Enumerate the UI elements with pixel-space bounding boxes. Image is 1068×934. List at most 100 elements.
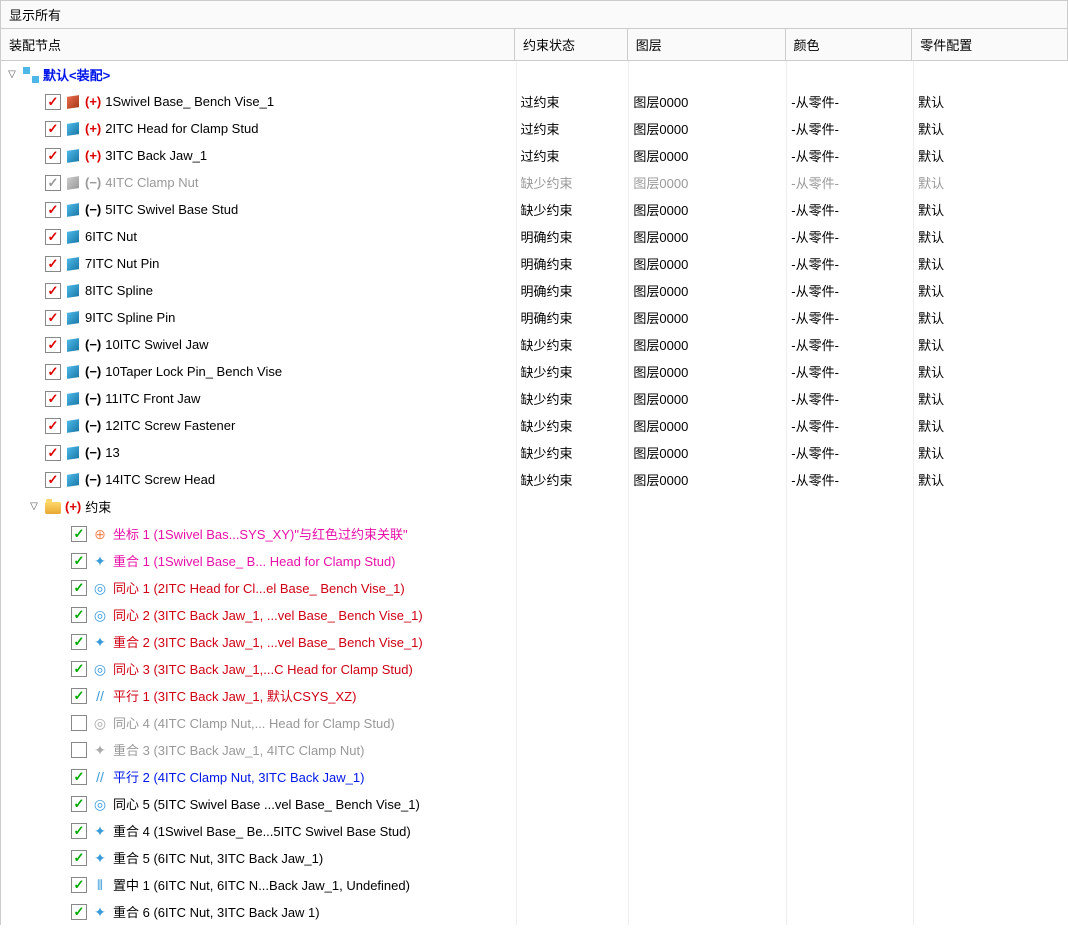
- checkbox[interactable]: ✓: [71, 850, 87, 866]
- part-row[interactable]: ✓(−)5ITC Swivel Base Stud缺少约束图层0000-从零件-…: [1, 196, 1068, 223]
- constraint-row[interactable]: ✓//平行 2 (4ITC Clamp Nut, 3ITC Back Jaw_1…: [1, 763, 1068, 790]
- checkbox[interactable]: ✓: [45, 364, 61, 380]
- layer-cell: 图层0000: [628, 196, 786, 223]
- checkbox[interactable]: ✓: [45, 229, 61, 245]
- part-row[interactable]: ✓(+)1Swivel Base_ Bench Vise_1过约束图层0000-…: [1, 88, 1068, 115]
- checkbox[interactable]: ✓: [71, 553, 87, 569]
- constraint-label: 同心 3 (3ITC Back Jaw_1,...C Head for Clam…: [113, 659, 413, 678]
- constraint-row[interactable]: ✓◎同心 3 (3ITC Back Jaw_1,...C Head for Cl…: [1, 655, 1068, 682]
- constraint-row[interactable]: ✓✦重合 4 (1Swivel Base_ Be...5ITC Swivel B…: [1, 817, 1068, 844]
- part-name: 10Taper Lock Pin_ Bench Vise: [105, 364, 282, 379]
- checkbox[interactable]: ✓: [45, 175, 61, 191]
- checkbox[interactable]: ✓: [71, 823, 87, 839]
- tree-body: ▽ 默认<装配> ✓(+)1Swivel Base_ Bench Vise_1过约束…: [0, 61, 1068, 925]
- constraint-row[interactable]: ✓◎同心 5 (5ITC Swivel Base ...vel Base_ Be…: [1, 790, 1068, 817]
- constraint-sign: (+): [85, 121, 101, 136]
- constraint-row[interactable]: ✓◎同心 2 (3ITC Back Jaw_1, ...vel Base_ Be…: [1, 601, 1068, 628]
- constraint-label: 同心 2 (3ITC Back Jaw_1, ...vel Base_ Benc…: [113, 605, 423, 624]
- constraint-row[interactable]: ✓✦重合 2 (3ITC Back Jaw_1, ...vel Base_ Be…: [1, 628, 1068, 655]
- coincident-icon: ✦: [91, 823, 109, 839]
- concentric-icon: ◎: [91, 715, 109, 731]
- constraint-label: 同心 1 (2ITC Head for Cl...el Base_ Bench …: [113, 578, 405, 597]
- constraint-label: 同心 4 (4ITC Clamp Nut,... Head for Clamp …: [113, 713, 395, 732]
- part-row[interactable]: ✓(−)11ITC Front Jaw缺少约束图层0000-从零件-默认: [1, 385, 1068, 412]
- checkbox[interactable]: ✓: [71, 607, 87, 623]
- layer-cell: 图层0000: [628, 331, 786, 358]
- checkbox[interactable]: ✓: [45, 310, 61, 326]
- constraint-row[interactable]: ✓◎同心 1 (2ITC Head for Cl...el Base_ Benc…: [1, 574, 1068, 601]
- checkbox[interactable]: ✓: [45, 121, 61, 137]
- part-name: 7ITC Nut Pin: [85, 256, 159, 271]
- part-row[interactable]: ✓(−)14ITC Screw Head缺少约束图层0000-从零件-默认: [1, 466, 1068, 493]
- checkbox[interactable]: ✓: [71, 877, 87, 893]
- header-color[interactable]: 颜色: [786, 29, 913, 60]
- folder-label[interactable]: 约束: [85, 497, 111, 516]
- header-constraint-status[interactable]: 约束状态: [515, 29, 628, 60]
- constraint-label: 重合 4 (1Swivel Base_ Be...5ITC Swivel Bas…: [113, 821, 411, 840]
- constraint-row[interactable]: ✓✦重合 5 (6ITC Nut, 3ITC Back Jaw_1): [1, 844, 1068, 871]
- constraint-row[interactable]: ✓✦重合 1 (1Swivel Base_ B... Head for Clam…: [1, 547, 1068, 574]
- part-row[interactable]: ✓8ITC Spline明确约束图层0000-从零件-默认: [1, 277, 1068, 304]
- status-cell: 过约束: [516, 88, 629, 115]
- checkbox[interactable]: ✓: [71, 688, 87, 704]
- constraint-row[interactable]: ✦重合 3 (3ITC Back Jaw_1, 4ITC Clamp Nut): [1, 736, 1068, 763]
- checkbox[interactable]: ✓: [45, 418, 61, 434]
- checkbox[interactable]: [71, 715, 87, 731]
- config-cell: 默认: [913, 142, 1068, 169]
- header-layer[interactable]: 图层: [628, 29, 786, 60]
- part-row[interactable]: ✓6ITC Nut明确约束图层0000-从零件-默认: [1, 223, 1068, 250]
- constraint-sign: (−): [85, 391, 101, 406]
- part-row[interactable]: ✓(+)3ITC Back Jaw_1过约束图层0000-从零件-默认: [1, 142, 1068, 169]
- checkbox[interactable]: ✓: [45, 94, 61, 110]
- part-row[interactable]: ✓9ITC Spline Pin明确约束图层0000-从零件-默认: [1, 304, 1068, 331]
- constraint-row[interactable]: ✓//平行 1 (3ITC Back Jaw_1, 默认CSYS_XZ): [1, 682, 1068, 709]
- expander-icon[interactable]: ▽: [5, 69, 19, 80]
- color-cell: -从零件-: [786, 88, 913, 115]
- layer-cell: 图层0000: [628, 88, 786, 115]
- color-cell: -从零件-: [786, 412, 913, 439]
- constraint-row[interactable]: ◎同心 4 (4ITC Clamp Nut,... Head for Clamp…: [1, 709, 1068, 736]
- part-icon: [65, 229, 81, 245]
- checkbox[interactable]: ✓: [45, 391, 61, 407]
- filter-bar[interactable]: 显示所有: [0, 0, 1068, 29]
- coincident-icon: ✦: [91, 553, 109, 569]
- checkbox[interactable]: ✓: [45, 283, 61, 299]
- constraint-row[interactable]: ✓⊕坐标 1 (1Swivel Bas...SYS_XY)"与红色过约束关联": [1, 520, 1068, 547]
- part-row[interactable]: ✓(−)10Taper Lock Pin_ Bench Vise缺少约束图层00…: [1, 358, 1068, 385]
- part-row[interactable]: ✓(−)4ITC Clamp Nut缺少约束图层0000-从零件-默认: [1, 169, 1068, 196]
- checkbox[interactable]: ✓: [45, 202, 61, 218]
- color-cell: -从零件-: [786, 142, 913, 169]
- constraint-row[interactable]: ✓✦重合 6 (6ITC Nut, 3ITC Back Jaw 1): [1, 898, 1068, 925]
- checkbox[interactable]: ✓: [45, 148, 61, 164]
- checkbox[interactable]: ✓: [45, 337, 61, 353]
- expander-icon[interactable]: ▽: [27, 501, 41, 512]
- constraint-row[interactable]: ✓⦀置中 1 (6ITC Nut, 6ITC N...Back Jaw_1, U…: [1, 871, 1068, 898]
- checkbox[interactable]: ✓: [71, 904, 87, 920]
- config-cell: 默认: [913, 277, 1068, 304]
- part-row[interactable]: ✓(−)10ITC Swivel Jaw缺少约束图层0000-从零件-默认: [1, 331, 1068, 358]
- header-config[interactable]: 零件配置: [912, 29, 1067, 60]
- status-cell: 明确约束: [516, 223, 629, 250]
- checkbox[interactable]: ✓: [45, 472, 61, 488]
- checkbox[interactable]: ✓: [71, 661, 87, 677]
- part-row[interactable]: ✓(+)2ITC Head for Clamp Stud过约束图层0000-从零…: [1, 115, 1068, 142]
- layer-cell: 图层0000: [628, 169, 786, 196]
- checkbox[interactable]: ✓: [45, 445, 61, 461]
- header-node[interactable]: 装配节点: [1, 29, 515, 60]
- part-icon: [65, 94, 81, 110]
- checkbox[interactable]: [71, 742, 87, 758]
- part-row[interactable]: ✓(−)13缺少约束图层0000-从零件-默认: [1, 439, 1068, 466]
- part-row[interactable]: ✓7ITC Nut Pin明确约束图层0000-从零件-默认: [1, 250, 1068, 277]
- constraint-label: 同心 5 (5ITC Swivel Base ...vel Base_ Benc…: [113, 794, 420, 813]
- checkbox[interactable]: ✓: [71, 796, 87, 812]
- layer-cell: 图层0000: [628, 412, 786, 439]
- checkbox[interactable]: ✓: [71, 580, 87, 596]
- root-label[interactable]: 默认<装配>: [43, 65, 110, 84]
- part-row[interactable]: ✓(−)12ITC Screw Fastener缺少约束图层0000-从零件-默…: [1, 412, 1068, 439]
- checkbox[interactable]: ✓: [45, 256, 61, 272]
- checkbox[interactable]: ✓: [71, 526, 87, 542]
- checkbox[interactable]: ✓: [71, 769, 87, 785]
- constraint-sign: (−): [85, 472, 101, 487]
- checkbox[interactable]: ✓: [71, 634, 87, 650]
- status-cell: 缺少约束: [516, 385, 629, 412]
